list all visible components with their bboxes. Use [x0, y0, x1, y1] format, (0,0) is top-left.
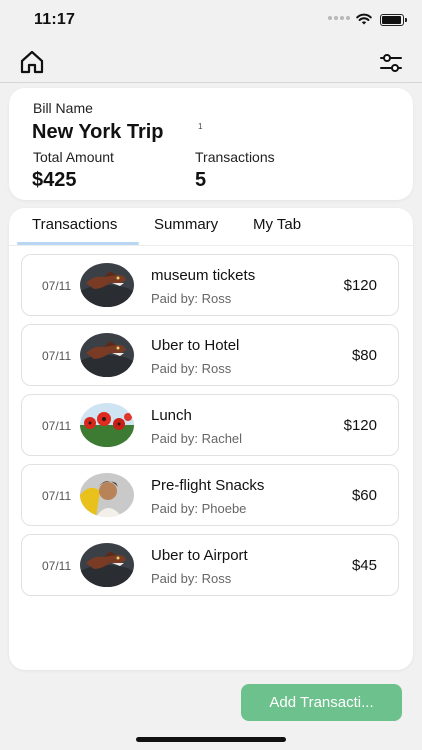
transaction-title: Uber to Hotel: [151, 337, 240, 354]
transaction-row[interactable]: 07/11 Uber to Airport Paid by: Ross $45: [21, 534, 399, 596]
transaction-row[interactable]: 07/11 Uber to Hotel Paid by: Ross $80: [21, 324, 399, 386]
status-bar: 11:17: [0, 0, 422, 44]
wifi-icon: [356, 13, 372, 25]
status-time: 11:17: [34, 11, 76, 28]
total-amount-label: Total Amount: [33, 149, 114, 165]
transaction-date: 07/11: [42, 559, 72, 573]
home-icon[interactable]: [18, 48, 46, 76]
tab-summary[interactable]: Summary: [154, 216, 218, 233]
dinosaur-avatar-icon: [80, 263, 134, 307]
signal-icon: [328, 16, 350, 20]
transaction-title: Pre-flight Snacks: [151, 477, 265, 494]
transaction-title: Lunch: [151, 407, 192, 424]
transaction-row[interactable]: 07/11 Pre-flight Snacks Paid by: Phoebe …: [21, 464, 399, 526]
bill-name: New York Trip: [32, 121, 164, 143]
add-transaction-button[interactable]: Add Transacti...: [241, 684, 402, 721]
transaction-date: 07/11: [42, 419, 72, 433]
dinosaur-avatar-icon: [80, 543, 134, 587]
transaction-row[interactable]: 07/11 Lunch Paid by: Rachel $120: [21, 394, 399, 456]
transaction-title: museum tickets: [151, 267, 256, 284]
portrait-avatar-icon: [80, 473, 134, 517]
transactions-count-label: Transactions: [195, 149, 275, 165]
transaction-payer: Paid by: Phoebe: [151, 501, 247, 516]
transactions-panel: Transactions Summary My Tab 07/11 museum…: [9, 208, 413, 670]
transaction-date: 07/11: [42, 349, 72, 363]
transaction-amount: $120: [343, 277, 377, 294]
transaction-amount: $60: [351, 487, 377, 504]
bill-summary-card: Bill Name New York Trip 1 Total Amount $…: [9, 88, 413, 200]
tab-my-tab[interactable]: My Tab: [253, 216, 301, 233]
filter-settings-icon[interactable]: [378, 50, 404, 76]
transaction-date: 07/11: [42, 489, 72, 503]
home-indicator[interactable]: [136, 737, 286, 742]
tab-transactions[interactable]: Transactions: [32, 216, 117, 233]
transaction-payer: Paid by: Ross: [151, 571, 232, 586]
transaction-amount: $45: [351, 557, 377, 574]
poppies-avatar-icon: [80, 403, 134, 447]
transaction-payer: Paid by: Rachel: [151, 431, 243, 446]
tab-bar: Transactions Summary My Tab: [9, 208, 413, 246]
transaction-title: Uber to Airport: [151, 547, 248, 564]
transaction-row[interactable]: 07/11 museum tickets Paid by: Ross $120: [21, 254, 399, 316]
total-amount-value: $425: [32, 169, 77, 191]
top-nav: [0, 44, 422, 83]
transaction-amount: $80: [351, 347, 377, 364]
transaction-date: 07/11: [42, 279, 72, 293]
battery-icon: [380, 14, 407, 26]
dinosaur-avatar-icon: [80, 333, 134, 377]
bill-name-label: Bill Name: [33, 100, 93, 116]
bill-superscript: 1: [198, 122, 203, 131]
transaction-payer: Paid by: Ross: [151, 361, 232, 376]
active-tab-indicator: [17, 242, 139, 245]
transactions-count-value: 5: [195, 169, 207, 191]
transaction-payer: Paid by: Ross: [151, 291, 232, 306]
transaction-amount: $120: [343, 417, 377, 434]
